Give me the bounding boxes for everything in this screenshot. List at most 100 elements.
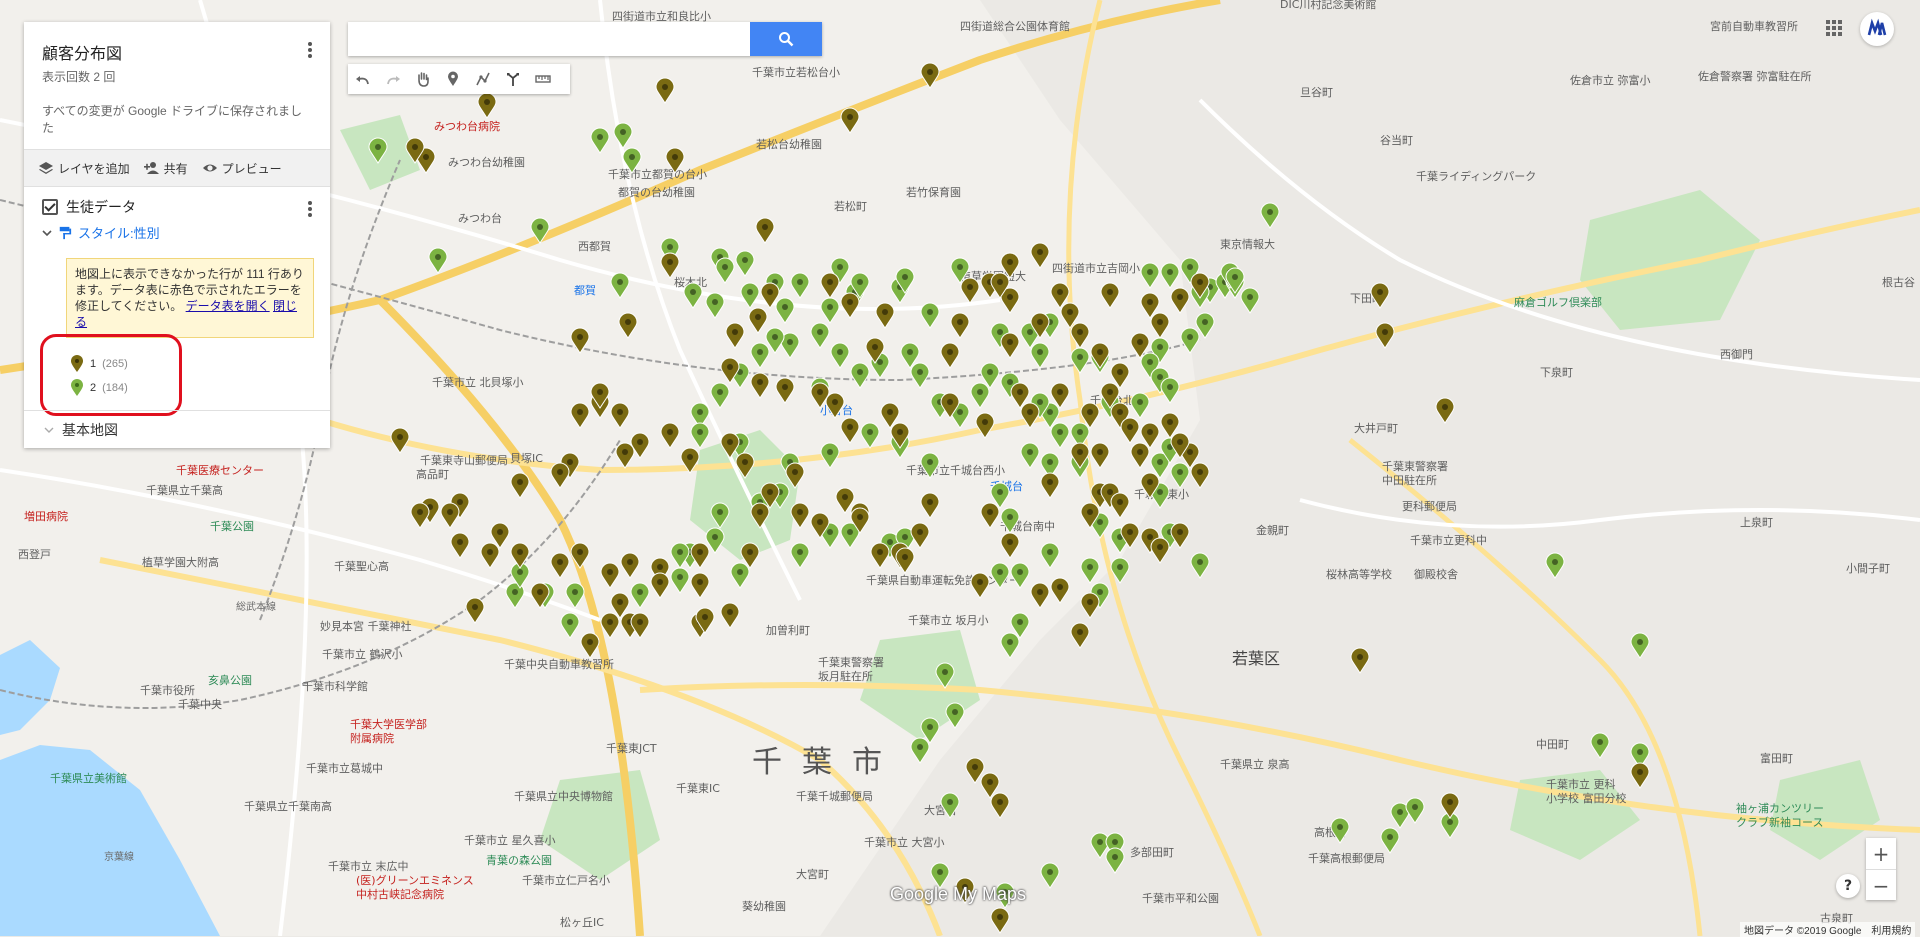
map-marker-dot <box>1197 559 1203 565</box>
map-marker-dot <box>1027 409 1033 415</box>
map-marker-dot <box>847 529 853 535</box>
map-marker-dot <box>1177 294 1183 300</box>
svg-text:千葉東IC: 千葉東IC <box>676 781 720 795</box>
svg-text:松ヶ丘IC: 松ヶ丘IC <box>560 915 604 929</box>
map-marker-dot <box>902 534 908 540</box>
map-marker-dot <box>497 529 503 535</box>
map-marker-dot <box>1177 439 1183 445</box>
legend-highlight-annotation <box>40 334 182 416</box>
layer-name[interactable]: 生徒データ <box>66 197 136 217</box>
map-marker-dot <box>512 589 518 595</box>
map-marker-dot <box>457 499 463 505</box>
map-marker-dot <box>1552 559 1558 565</box>
zoom-out-button[interactable]: − <box>1866 870 1896 901</box>
map-marker-dot <box>662 84 668 90</box>
svg-text:千葉市立 大宮小: 千葉市立 大宮小 <box>864 835 945 849</box>
map-marker-dot <box>1007 514 1013 520</box>
map-marker-dot <box>877 359 883 365</box>
map-marker-dot <box>827 279 833 285</box>
svg-text:千葉市立 北貝塚小: 千葉市立 北貝塚小 <box>432 375 524 389</box>
svg-text:東京情報大: 東京情報大 <box>1220 237 1275 251</box>
add-layer-button[interactable]: レイヤを追加 <box>38 160 130 177</box>
svg-text:クラブ新袖コース: クラブ新袖コース <box>1736 815 1823 829</box>
account-avatar[interactable] <box>1860 12 1894 46</box>
layer-style-row[interactable]: スタイル:性別 <box>42 223 312 242</box>
map-options-menu-icon[interactable] <box>304 40 316 60</box>
map-marker-dot <box>1157 459 1163 465</box>
map-marker-dot <box>1047 479 1053 485</box>
map-marker-dot <box>1057 584 1063 590</box>
search-button[interactable] <box>750 22 822 56</box>
svg-text:DIC川村記念美術館: DIC川村記念美術館 <box>1280 0 1376 11</box>
map-marker-dot <box>727 364 733 370</box>
redo-button[interactable] <box>378 64 408 94</box>
undo-icon <box>356 76 369 85</box>
add-marker-button[interactable] <box>438 64 468 94</box>
chevron-down-icon[interactable] <box>42 228 52 238</box>
svg-text:葵幼稚園: 葵幼稚園 <box>742 900 786 913</box>
apps-grid-icon[interactable] <box>1822 16 1846 40</box>
map-marker-dot <box>927 499 933 505</box>
map-marker-dot <box>572 589 578 595</box>
svg-text:妙見本宮 千葉神社: 妙見本宮 千葉神社 <box>320 619 412 633</box>
measure-button[interactable] <box>528 64 558 94</box>
help-button[interactable]: ? <box>1836 874 1860 898</box>
map-marker-dot <box>1157 544 1163 550</box>
map-marker-dot <box>877 549 883 555</box>
svg-text:みつわ台幼稚園: みつわ台幼稚園 <box>448 155 525 169</box>
layer-visibility-checkbox[interactable] <box>42 199 58 215</box>
map-marker-dot <box>947 799 953 805</box>
map-marker-dot <box>847 114 853 120</box>
map-marker-dot <box>1387 834 1393 840</box>
svg-text:下泉町: 下泉町 <box>1540 365 1573 379</box>
svg-text:更科郵便局: 更科郵便局 <box>1402 499 1457 513</box>
eye-icon <box>202 164 217 172</box>
map-attribution[interactable]: 地図データ ©2019 Google 利用規約 <box>1740 922 1916 937</box>
preview-button[interactable]: プレビュー <box>202 160 282 177</box>
open-data-table-link[interactable]: データ表を開く <box>186 299 270 313</box>
svg-text:四街道市立和良比小: 四街道市立和良比小 <box>612 9 711 23</box>
save-status: すべての変更が Google ドライブに保存されました <box>42 104 303 135</box>
svg-text:都賀の台幼稚園: 都賀の台幼稚園 <box>618 185 695 199</box>
undo-button[interactable] <box>348 64 378 94</box>
map-marker-dot <box>907 349 913 355</box>
svg-text:千葉市立 坂月小: 千葉市立 坂月小 <box>908 613 989 627</box>
preview-label: プレビュー <box>221 161 282 176</box>
chevron-down-icon[interactable] <box>44 425 54 435</box>
map-marker-dot <box>757 349 763 355</box>
share-button[interactable]: 共有 <box>143 160 188 177</box>
map-marker-dot <box>1267 209 1273 215</box>
map-marker-dot <box>697 579 703 585</box>
map-marker-dot <box>620 129 626 135</box>
draw-line-button[interactable] <box>468 64 498 94</box>
map-marker-dot <box>517 569 523 575</box>
svg-text:千葉東警察署: 千葉東警察署 <box>818 655 884 669</box>
map-marker-dot <box>1147 269 1153 275</box>
map-marker-dot <box>1037 319 1043 325</box>
search-input[interactable] <box>348 22 750 56</box>
map-marker-dot <box>997 799 1003 805</box>
map-marker-dot <box>1157 374 1163 380</box>
map-marker-dot <box>629 154 635 160</box>
map-marker-dot <box>1147 299 1153 305</box>
directions-button[interactable] <box>498 64 528 94</box>
map-marker-dot <box>677 549 683 555</box>
svg-text:高品町: 高品町 <box>416 467 449 481</box>
map-marker-dot <box>767 289 773 295</box>
map-title[interactable]: 顧客分布図 <box>42 40 312 64</box>
map-marker-dot <box>1197 469 1203 475</box>
map-marker-dot <box>747 549 753 555</box>
map-marker-dot <box>1007 639 1013 645</box>
layer-options-menu-icon[interactable] <box>304 199 316 219</box>
map-marker-dot <box>557 469 563 475</box>
panel-header: 顧客分布図 表示回数 2 回 すべての変更が Google ドライブに保存されま… <box>24 22 330 149</box>
zoom-in-button[interactable]: + <box>1866 838 1896 869</box>
map-marker-dot <box>927 724 933 730</box>
panel-toolbar: レイヤを追加 共有 プレビュー <box>24 149 330 187</box>
pan-button[interactable] <box>408 64 438 94</box>
map-marker-dot <box>1107 389 1113 395</box>
map-marker-dot <box>757 379 763 385</box>
map-marker-dot <box>957 319 963 325</box>
svg-text:千葉市平和公園: 千葉市平和公園 <box>1142 891 1219 905</box>
base-map-row[interactable]: 基本地図 <box>24 410 330 448</box>
